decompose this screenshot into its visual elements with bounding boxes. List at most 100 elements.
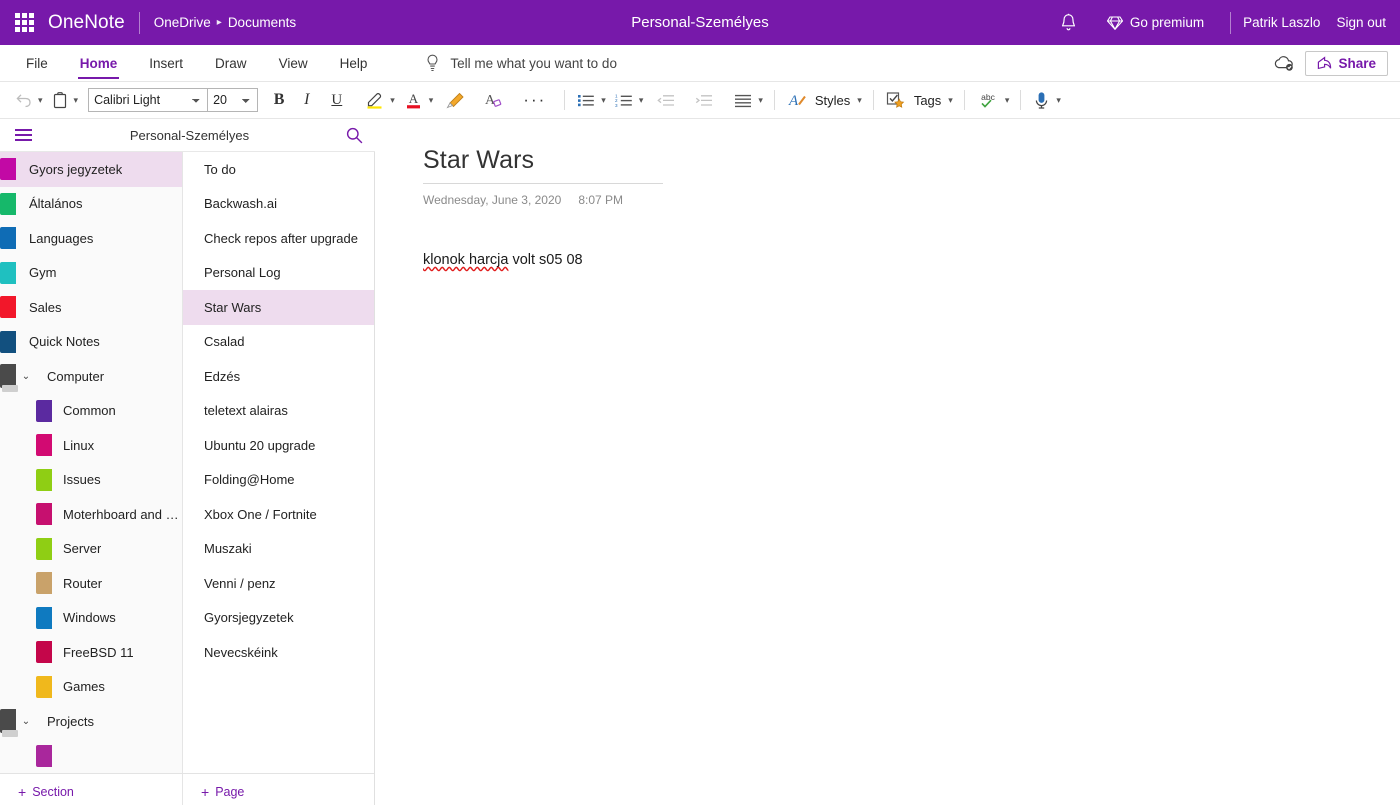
undo-icon[interactable]	[10, 86, 37, 114]
add-section-button[interactable]: + Section	[0, 774, 183, 805]
tab-file[interactable]: File	[10, 45, 64, 81]
tab-home[interactable]: Home	[64, 45, 134, 81]
section-item-server[interactable]: Server	[0, 532, 182, 567]
section-color-tab	[0, 262, 16, 284]
page-item-personal-log[interactable]: Personal Log	[183, 256, 374, 291]
breadcrumb: OneDrive ▸ Documents	[140, 15, 296, 30]
increase-indent-icon[interactable]	[685, 86, 723, 114]
format-painter-icon[interactable]	[437, 86, 474, 114]
page-list: To doBackwash.aiCheck repos after upgrad…	[183, 152, 374, 773]
page-item-nevecsk-ink[interactable]: Nevecskéink	[183, 635, 374, 670]
breadcrumb-leaf[interactable]: Documents	[228, 15, 296, 30]
bold-button[interactable]: B	[266, 86, 292, 114]
section-item-quick-notes[interactable]: Quick Notes	[0, 325, 182, 360]
notebook-title[interactable]: Personal-Személyes	[46, 128, 333, 143]
search-icon[interactable]	[333, 127, 375, 144]
styles-icon[interactable]: A	[782, 86, 812, 114]
section-group-computer[interactable]: ⌄Computer	[0, 359, 182, 394]
section-item-freebsd-11[interactable]: FreeBSD 11	[0, 635, 182, 670]
paste-dropdown-caret-icon[interactable]: ▾	[73, 95, 83, 106]
highlight-dropdown-caret-icon[interactable]: ▾	[389, 95, 399, 106]
styles-dropdown-caret-icon[interactable]: ▾	[850, 95, 866, 106]
section-item-linux[interactable]: Linux	[0, 428, 182, 463]
font-color-icon[interactable]: A	[399, 86, 428, 114]
clipboard-icon[interactable]	[47, 86, 73, 114]
page-item-teletext-alairas[interactable]: teletext alairas	[183, 394, 374, 429]
page-item-folding-home[interactable]: Folding@Home	[183, 463, 374, 498]
font-size-select[interactable]: 20	[208, 88, 258, 112]
app-launcher-icon[interactable]	[0, 0, 48, 45]
section-item-sales[interactable]: Sales	[0, 290, 182, 325]
tab-draw[interactable]: Draw	[199, 45, 263, 81]
section-item-issues[interactable]: Issues	[0, 463, 182, 498]
numbering-dropdown-caret-icon[interactable]: ▾	[638, 95, 648, 106]
page-item-gyorsjegyzetek[interactable]: Gyorsjegyzetek	[183, 601, 374, 636]
breadcrumb-separator-icon: ▸	[217, 17, 222, 28]
section-item-games[interactable]: Games	[0, 670, 182, 705]
section-item-router[interactable]: Router	[0, 566, 182, 601]
note-body[interactable]: klonok harcja volt s05 08	[423, 252, 1400, 268]
highlighter-icon[interactable]	[360, 86, 389, 114]
tab-help[interactable]: Help	[324, 45, 384, 81]
microphone-icon[interactable]	[1028, 86, 1055, 114]
add-page-button[interactable]: + Page	[183, 774, 374, 805]
align-icon[interactable]	[729, 86, 757, 114]
app-name[interactable]: OneNote	[48, 12, 139, 34]
section-item-gym[interactable]: Gym	[0, 256, 182, 291]
dictate-dropdown-caret-icon[interactable]: ▾	[1055, 95, 1065, 106]
share-button[interactable]: Share	[1305, 51, 1388, 76]
section-item-languages[interactable]: Languages	[0, 221, 182, 256]
font-color-dropdown-caret-icon[interactable]: ▾	[428, 95, 438, 106]
section-item-common[interactable]: Common	[0, 394, 182, 429]
decrease-indent-icon[interactable]	[647, 86, 685, 114]
section-label: Common	[52, 403, 116, 418]
ellipsis-icon[interactable]: ···	[512, 86, 557, 114]
tell-me-search[interactable]: Tell me what you want to do	[425, 45, 617, 81]
numbered-list-icon[interactable]: 1 2 3	[610, 86, 638, 114]
cloud-sync-icon[interactable]	[1273, 55, 1295, 72]
page-item-muszaki[interactable]: Muszaki	[183, 532, 374, 567]
font-family-select[interactable]: Calibri Light	[88, 88, 208, 112]
section-item-moterhboard-and-d[interactable]: Moterhboard and D...	[0, 497, 182, 532]
section-group-projects[interactable]: ⌄Projects	[0, 704, 182, 739]
page-item-star-wars[interactable]: Star Wars	[183, 290, 374, 325]
align-dropdown-caret-icon[interactable]: ▾	[757, 95, 767, 106]
section-item-unnamed[interactable]	[0, 739, 182, 774]
page-title[interactable]: Star Wars	[423, 146, 663, 184]
spell-check-icon[interactable]: abc	[972, 86, 1004, 114]
user-name[interactable]: Patrik Laszlo	[1243, 15, 1336, 30]
section-item-windows[interactable]: Windows	[0, 601, 182, 636]
go-premium-button[interactable]: Go premium	[1093, 15, 1218, 31]
chevron-down-icon[interactable]: ⌄	[18, 371, 34, 382]
italic-button[interactable]: I	[292, 86, 321, 114]
bullet-list-icon[interactable]	[572, 86, 600, 114]
bullets-group: ▾	[572, 86, 610, 114]
section-item-gyors-jegyzetek[interactable]: Gyors jegyzetek	[0, 152, 182, 187]
note-canvas[interactable]: Star Wars Wednesday, June 3, 2020 8:07 P…	[375, 119, 1400, 805]
page-item-ubuntu-20-upgrade[interactable]: Ubuntu 20 upgrade	[183, 428, 374, 463]
page-item-check-repos-after-upgrade[interactable]: Check repos after upgrade	[183, 221, 374, 256]
sign-out-button[interactable]: Sign out	[1336, 15, 1386, 30]
tab-insert[interactable]: Insert	[133, 45, 199, 81]
tags-icon[interactable]	[881, 86, 911, 114]
bullets-dropdown-caret-icon[interactable]: ▾	[600, 95, 610, 106]
spelling-dropdown-caret-icon[interactable]: ▾	[1004, 95, 1014, 106]
underline-button[interactable]: U	[321, 86, 352, 114]
undo-dropdown-caret-icon[interactable]: ▾	[37, 95, 47, 106]
breadcrumb-root[interactable]: OneDrive	[154, 15, 211, 30]
page-item-backwash-ai[interactable]: Backwash.ai	[183, 187, 374, 222]
page-item-edz-s[interactable]: Edzés	[183, 359, 374, 394]
tags-dropdown-caret-icon[interactable]: ▾	[941, 95, 957, 106]
page-item-xbox-one-fortnite[interactable]: Xbox One / Fortnite	[183, 497, 374, 532]
chevron-down-icon[interactable]: ⌄	[18, 716, 34, 727]
section-color-tab	[36, 503, 52, 525]
hamburger-icon[interactable]	[0, 129, 46, 141]
bell-icon[interactable]	[1044, 13, 1093, 32]
section-color-tab	[0, 193, 16, 215]
page-item-csalad[interactable]: Csalad	[183, 325, 374, 360]
tab-view[interactable]: View	[263, 45, 324, 81]
clear-formatting-icon[interactable]: A	[474, 86, 512, 114]
page-item-venni-penz[interactable]: Venni / penz	[183, 566, 374, 601]
section-item--ltal-nos[interactable]: Általános	[0, 187, 182, 222]
page-item-to-do[interactable]: To do	[183, 152, 374, 187]
